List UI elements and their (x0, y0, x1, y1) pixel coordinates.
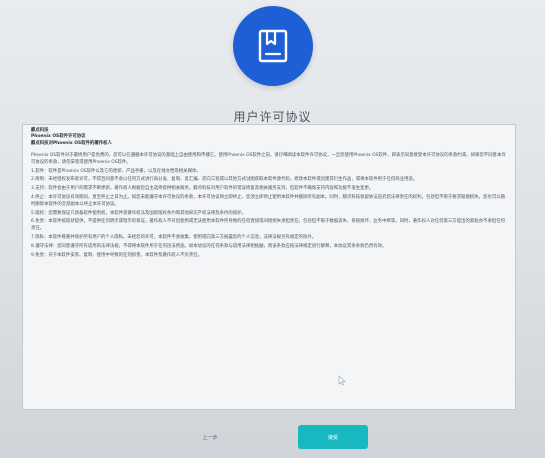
page-title: 用户许可协议 (233, 110, 312, 124)
app-logo-icon (233, 6, 313, 86)
license-paragraph: 5.版权：您需要保证只具备软件使用权，本软件受著作权法及国际版权条约和其他知识产… (31, 210, 246, 216)
installer-screen: 用户许可协议 麒点科技 Phoenix OS软件许可协议 麒点科技对Phoeni… (0, 0, 545, 458)
license-paragraph: 4.终止：本许可协议有效期间，直至终止之日为止。如您未能遵守本许可协议的条款，本… (31, 195, 505, 207)
bookmark-document-icon (258, 29, 288, 63)
mouse-pointer-icon (338, 371, 346, 390)
license-paragraph: 6.免责：本软件按现状提供，不提供任何明示或暗示的保证。著作权人不对因使用或无法… (31, 219, 505, 231)
license-paragraph: 2.限制：未经授权发布者许可，不得且同意不会以任何方式进行再分发、复制、反汇编、… (31, 177, 418, 183)
license-owner: 麒点科技对Phoenix OS软件的著作权人 (31, 140, 112, 146)
license-paragraph: 7.隐私：本软件尊重并保护所有用户的个人隐私。未经您的许可，本软件不会收集、使用… (31, 234, 317, 240)
license-paragraph: Phoenix OS软件对于最终用户是免费的，您可以在遵循本许可协议的基础上自由… (31, 153, 506, 165)
license-paragraph: 9.免责：对于本软件安装、复制、使用中导致的任何损害，本软件及著作权人不负责任。 (31, 252, 203, 258)
license-text-area[interactable]: 麒点科技 Phoenix OS软件许可协议 麒点科技对Phoenix OS软件的… (22, 124, 516, 410)
accept-button[interactable]: 接受 (298, 425, 368, 449)
license-paragraph: 8.遵守法律：您同意遵守所有适用的法律法规，不得将本软件用于任何违法用途。如本协… (31, 243, 387, 249)
license-paragraph: 1.软件：软件是Phoenix OS软件以及它的更新、产品手册，以及在线文档等相… (31, 168, 201, 174)
license-paragraph: 3.支持：软件会由于用户的需求不断更新，著作权人根据您自主选择提供相关服务。麒点… (31, 186, 374, 192)
previous-button[interactable]: 上一步 (184, 425, 236, 449)
